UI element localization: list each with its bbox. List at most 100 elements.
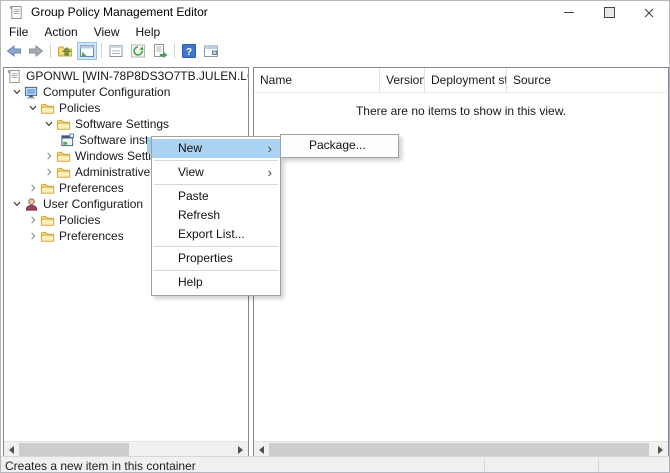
- menu-action[interactable]: Action: [36, 24, 85, 41]
- back-icon: [6, 43, 22, 59]
- menu-separator: [154, 270, 278, 271]
- close-button[interactable]: [629, 1, 669, 24]
- tree-item-label: Preferences: [59, 229, 124, 243]
- chevron-right-icon[interactable]: [42, 167, 56, 177]
- chevron-right-icon[interactable]: [26, 183, 40, 193]
- context-menu-item-export-list[interactable]: Export List...: [152, 225, 280, 244]
- column-header-version[interactable]: Version: [380, 68, 425, 92]
- chevron-right-icon[interactable]: [26, 215, 40, 225]
- minimize-button[interactable]: [549, 1, 589, 24]
- window-controls: [549, 1, 669, 24]
- show-console-tree-icon: [79, 43, 95, 59]
- refresh-icon: [130, 43, 146, 59]
- export-list-icon: [152, 43, 168, 59]
- menu-item-label: Paste: [178, 189, 209, 203]
- scrollbar-thumb[interactable]: [19, 443, 129, 456]
- column-header-name[interactable]: Name: [254, 68, 380, 92]
- submenu-arrow-icon: ›: [268, 163, 272, 182]
- scroll-right-arrow[interactable]: [233, 442, 248, 457]
- folder-icon: [56, 149, 71, 164]
- forward-button[interactable]: [26, 42, 46, 60]
- context-menu-item-refresh[interactable]: Refresh: [152, 206, 280, 225]
- scroll-left-arrow[interactable]: [4, 442, 19, 457]
- properties-icon: [108, 43, 124, 59]
- menu-file[interactable]: File: [1, 24, 36, 41]
- export-list-button[interactable]: [150, 42, 170, 60]
- help-icon: [181, 43, 197, 59]
- menu-item-label: Help: [178, 275, 203, 289]
- tree-item-software-settings[interactable]: Software Settings: [4, 116, 248, 132]
- menu-item-label: New: [178, 141, 202, 155]
- software-installation-icon: [60, 133, 75, 148]
- properties-button[interactable]: [106, 42, 126, 60]
- back-button[interactable]: [4, 42, 24, 60]
- list-horizontal-scrollbar[interactable]: [254, 441, 668, 457]
- tree-item-label: GPONWL [WIN-78P8DS3O7TB.JULEN.LOCAL] Pol…: [26, 69, 248, 83]
- chevron-right-icon[interactable]: [42, 151, 56, 161]
- refresh-button[interactable]: [128, 42, 148, 60]
- new-submenu: Package...: [280, 134, 399, 158]
- chevron-down-icon[interactable]: [10, 199, 24, 209]
- chevron-down-icon[interactable]: [10, 87, 24, 97]
- folder-icon: [40, 181, 55, 196]
- menu-help[interactable]: Help: [128, 24, 169, 41]
- help-button[interactable]: [179, 42, 199, 60]
- context-menu-item-properties[interactable]: Properties: [152, 249, 280, 268]
- tree-item-label: Software Settings: [75, 117, 169, 131]
- scrollbar-thumb[interactable]: [269, 443, 649, 456]
- context-menu-item-new[interactable]: New ›: [152, 139, 280, 158]
- scroll-left-arrow[interactable]: [254, 442, 269, 457]
- window-title: Group Policy Management Editor: [31, 1, 208, 24]
- computer-icon: [24, 85, 39, 100]
- column-header-source[interactable]: Source: [507, 68, 668, 92]
- status-bar-divider: [598, 459, 599, 472]
- tree-item-label: Policies: [59, 213, 100, 227]
- up-one-level-button[interactable]: [55, 42, 75, 60]
- chevron-down-icon[interactable]: [26, 103, 40, 113]
- context-menu-item-paste[interactable]: Paste: [152, 187, 280, 206]
- user-icon: [24, 197, 39, 212]
- tree-item-computer-configuration[interactable]: Computer Configuration: [4, 84, 248, 100]
- menu-view[interactable]: View: [86, 24, 128, 41]
- toolbar: [1, 41, 669, 60]
- toolbar-separator: [101, 43, 102, 58]
- column-header-deployment-state[interactable]: Deployment st...: [425, 68, 507, 92]
- menu-item-label: View: [178, 165, 204, 179]
- forward-icon: [28, 43, 44, 59]
- menu-separator: [154, 184, 278, 185]
- empty-list-message: There are no items to show in this view.: [254, 104, 668, 118]
- tree-item-gpo-root[interactable]: GPONWL [WIN-78P8DS3O7TB.JULEN.LOCAL] Pol…: [4, 68, 248, 84]
- menu-separator: [154, 160, 278, 161]
- maximize-icon: [604, 7, 615, 18]
- scroll-right-arrow[interactable]: [653, 442, 668, 457]
- status-bar: Creates a new item in this container: [1, 456, 669, 472]
- new-window-button[interactable]: [201, 42, 221, 60]
- menu-item-label: Package...: [309, 138, 366, 152]
- folder-icon: [40, 213, 55, 228]
- submenu-item-package[interactable]: Package...: [281, 136, 398, 155]
- menu-bar: File Action View Help: [1, 24, 669, 41]
- toolbar-separator: [174, 43, 175, 58]
- tree-item-label: User Configuration: [43, 197, 143, 211]
- tree-horizontal-scrollbar[interactable]: [4, 441, 248, 457]
- chevron-down-icon[interactable]: [42, 119, 56, 129]
- tree-item-label: Preferences: [59, 181, 124, 195]
- tree-item-label: Software insta: [79, 133, 155, 147]
- minimize-icon: [564, 12, 574, 13]
- maximize-button[interactable]: [589, 1, 629, 24]
- menu-item-label: Refresh: [178, 208, 220, 222]
- title-bar: Group Policy Management Editor: [1, 1, 669, 24]
- toolbar-separator: [50, 43, 51, 58]
- new-window-icon: [203, 43, 219, 59]
- context-menu-item-help[interactable]: Help: [152, 273, 280, 292]
- tree-item-label: Policies: [59, 101, 100, 115]
- submenu-arrow-icon: ›: [268, 139, 272, 158]
- gpo-app-icon: [9, 5, 24, 20]
- show-console-tree-button[interactable]: [77, 42, 97, 60]
- results-panel: Name Version Deployment st... Source The…: [253, 67, 669, 458]
- menu-separator: [154, 246, 278, 247]
- list-header: Name Version Deployment st... Source: [254, 68, 668, 93]
- tree-item-computer-policies[interactable]: Policies: [4, 100, 248, 116]
- context-menu-item-view[interactable]: View ›: [152, 163, 280, 182]
- chevron-right-icon[interactable]: [26, 231, 40, 241]
